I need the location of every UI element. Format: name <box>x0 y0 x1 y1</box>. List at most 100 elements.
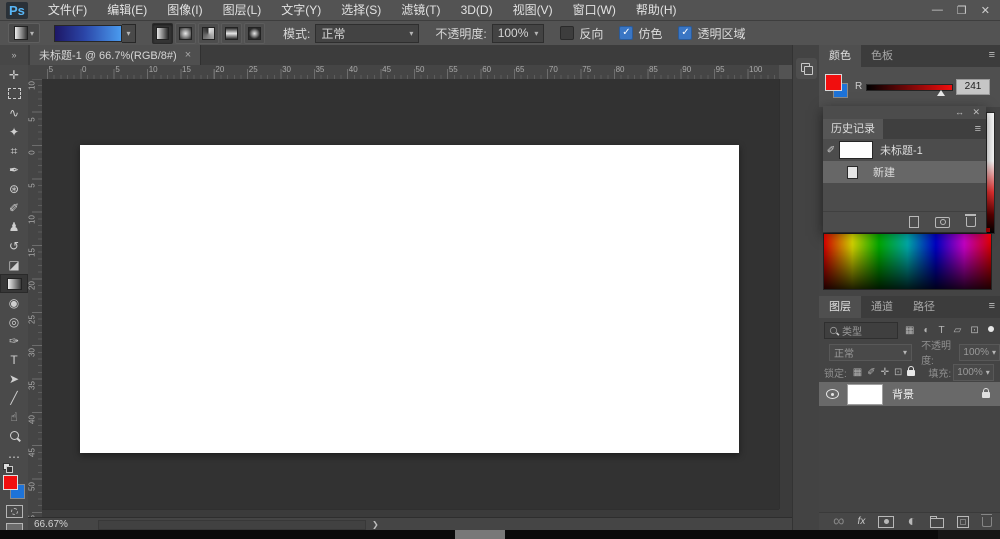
history-brush-source-icon[interactable]: ✐ <box>823 145 839 156</box>
zoom-tool[interactable] <box>0 426 28 445</box>
lock-all-icon[interactable] <box>907 366 915 379</box>
reverse-checkbox[interactable]: 反向 <box>560 25 603 42</box>
vertical-scrollbar[interactable] <box>779 79 793 509</box>
layers-tab-通道[interactable]: 通道 <box>861 296 903 318</box>
layers-tab-路径[interactable]: 路径 <box>903 296 945 318</box>
red-channel-value[interactable]: 241 <box>956 79 990 95</box>
lock-position-icon[interactable]: ✛ <box>881 367 889 378</box>
close-button[interactable]: ✕ <box>981 4 990 17</box>
dither-checkbox[interactable]: ✓仿色 <box>619 25 662 42</box>
layer-blend-mode-select[interactable]: 正常 ▾ <box>829 344 912 361</box>
gradient-type-linear-button[interactable] <box>152 23 173 44</box>
menu-view[interactable]: 视图(V) <box>503 0 563 20</box>
history-state[interactable]: ✐未标题-1 <box>823 139 986 161</box>
dither-checkbox-box[interactable]: ✓ <box>619 26 633 40</box>
menu-help[interactable]: 帮助(H) <box>626 0 687 20</box>
color-spectrum[interactable] <box>823 233 992 290</box>
healing-brush-tool[interactable]: ⊛ <box>0 179 28 198</box>
layer-effects-icon[interactable]: fx <box>858 516 866 527</box>
menu-filter[interactable]: 滤镜(T) <box>391 0 450 20</box>
hand-tool[interactable]: ☝ <box>0 407 28 426</box>
menu-layer[interactable]: 图层(L) <box>213 0 272 20</box>
delete-layer-icon[interactable] <box>982 517 992 527</box>
link-layers-icon[interactable]: ∞ <box>833 513 844 531</box>
layer-group-icon[interactable] <box>930 518 944 528</box>
eyedropper-tool[interactable]: ✒ <box>0 160 28 179</box>
brush-tool[interactable]: ✐ <box>0 198 28 217</box>
default-colors-icon[interactable] <box>3 463 13 472</box>
gradient-type-reflected-button[interactable] <box>221 23 242 44</box>
canvas-pasteboard[interactable] <box>42 79 779 509</box>
new-layer-icon[interactable] <box>957 516 969 528</box>
vertical-ruler[interactable]: 105051015202530354045505560 <box>28 79 43 517</box>
close-panel-icon[interactable]: ✕ <box>972 107 980 118</box>
gradient-tool[interactable] <box>0 274 28 293</box>
line-tool[interactable]: ╱ <box>0 388 28 407</box>
eraser-tool[interactable]: ◪ <box>0 255 28 274</box>
horizontal-ruler[interactable]: 5051015202530354045505560657075808590951… <box>42 65 779 80</box>
move-tool[interactable]: ✛ <box>0 65 28 84</box>
collapse-panel-icon[interactable]: ↔ <box>955 107 964 117</box>
clone-stamp-tool[interactable]: ♟ <box>0 217 28 236</box>
rectangular-marquee-tool[interactable] <box>0 84 28 103</box>
menu-select[interactable]: 选择(S) <box>331 0 391 20</box>
panel-menu-icon[interactable]: ≡ <box>989 300 995 312</box>
quick-selection-tool[interactable]: ✦ <box>0 122 28 141</box>
minimize-button[interactable]: — <box>932 4 943 16</box>
layer-opacity-select[interactable]: 100% ▾ <box>959 344 1000 361</box>
adjustment-filter-icon[interactable]: ◐ <box>923 325 929 336</box>
shape-filter-icon[interactable]: ▱ <box>954 325 962 336</box>
type-filter-icon[interactable]: T <box>939 325 945 336</box>
foreground-color-swatch[interactable] <box>825 74 842 91</box>
layer-mask-icon[interactable] <box>878 516 894 528</box>
reverse-checkbox-box[interactable] <box>560 26 574 40</box>
menu-edit[interactable]: 编辑(E) <box>97 0 157 20</box>
layers-tab-图层[interactable]: 图层 <box>819 296 861 318</box>
foreground-color-swatch[interactable] <box>3 475 18 490</box>
layer-fill-select[interactable]: 100% ▾ <box>953 364 994 381</box>
history-state[interactable]: 新建 <box>823 161 986 183</box>
color-ramp[interactable] <box>986 112 995 234</box>
dodge-tool[interactable]: ◎ <box>0 312 28 331</box>
menu-type[interactable]: 文字(Y) <box>271 0 331 20</box>
type-tool[interactable]: T <box>0 350 28 369</box>
menu-3d[interactable]: 3D(D) <box>451 0 503 20</box>
layer-row[interactable]: 背景 <box>819 382 1000 406</box>
gradient-picker-arrow[interactable]: ▾ <box>122 24 136 43</box>
visibility-eye-icon[interactable] <box>826 389 839 399</box>
gradient-type-diamond-button[interactable] <box>244 23 265 44</box>
lock-artboard-icon[interactable]: ⊡ <box>894 367 902 378</box>
toolbar-collapse-button[interactable]: » <box>0 45 28 65</box>
transparency-checkbox-box[interactable]: ✓ <box>678 26 692 40</box>
gradient-type-radial-button[interactable] <box>175 23 196 44</box>
lock-transparent-icon[interactable]: ▦ <box>853 367 862 378</box>
panel-menu-icon[interactable]: ≡ <box>989 49 995 61</box>
delete-state-icon[interactable] <box>966 217 976 227</box>
crop-tool[interactable]: ⌗ <box>0 141 28 160</box>
smart-object-filter-icon[interactable]: ⊡ <box>970 325 978 336</box>
gradient-preview[interactable] <box>54 25 122 42</box>
blend-mode-select[interactable]: 正常 ▾ <box>315 24 419 43</box>
layer-thumbnail[interactable] <box>847 384 883 405</box>
transparency-checkbox[interactable]: ✓透明区域 <box>678 25 745 42</box>
new-snapshot-icon[interactable] <box>935 217 950 228</box>
gradient-type-angle-button[interactable] <box>198 23 219 44</box>
lasso-tool[interactable]: ∿ <box>0 103 28 122</box>
quick-mask-button[interactable] <box>6 505 23 518</box>
history-brush-tool[interactable]: ↺ <box>0 236 28 255</box>
collapsed-panel-button[interactable] <box>796 58 817 79</box>
lock-pixels-icon[interactable]: ✐ <box>867 367 875 378</box>
new-document-from-state-icon[interactable] <box>909 216 919 228</box>
panel-menu-icon[interactable]: ≡ <box>975 123 981 135</box>
menu-window[interactable]: 窗口(W) <box>563 0 626 20</box>
adjustment-layer-icon[interactable]: ◐ <box>907 513 917 531</box>
slider-thumb[interactable] <box>937 90 945 96</box>
blur-tool[interactable]: ◉ <box>0 293 28 312</box>
pen-tool[interactable]: ✑ <box>0 331 28 350</box>
close-tab-icon[interactable]: × <box>185 49 191 61</box>
restore-button[interactable]: ❐ <box>957 4 967 17</box>
pixel-filter-icon[interactable]: ▦ <box>905 325 914 336</box>
document-tab[interactable]: 未标题-1 @ 66.7%(RGB/8#) × <box>30 45 201 65</box>
opacity-select[interactable]: 100% ▾ <box>492 24 545 43</box>
history-tab[interactable]: 历史记录 <box>823 119 883 139</box>
